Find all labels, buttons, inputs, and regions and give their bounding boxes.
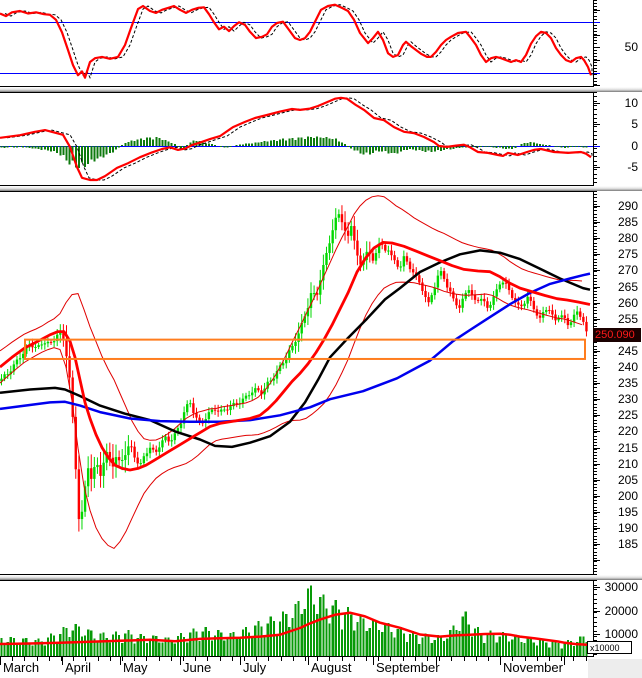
price-axis-label: 265 [594,281,638,294]
price-axis-label: 270 [594,264,638,277]
price-axis-label: 235 [594,377,638,390]
month-label: June [183,660,211,675]
price-axis-label: 245 [594,345,638,358]
macd-axis-label: -5 [594,161,638,174]
price-axis-label: 185 [594,538,638,551]
last-price-tag: 250.090 [593,328,641,342]
price-axis-label: 215 [594,442,638,455]
volume-axis-label: 10000 [594,628,638,641]
bottom-right-corner [588,659,642,678]
macd-axis-label: 10 [594,97,638,110]
price-axis-label: 255 [594,313,638,326]
month-label: July [243,660,266,675]
price-axis-label: 285 [594,216,638,229]
volume-panel[interactable] [0,580,642,657]
chart-window: 501050-529028528027527026526025524524023… [0,0,642,678]
month-label: May [123,660,148,675]
macd-axis-label: 0 [594,140,638,153]
price-axis-label: 225 [594,409,638,422]
macd-axis-label: 5 [594,118,638,131]
volume-axis-label: 30000 [594,581,638,594]
price-axis-label: 195 [594,506,638,519]
month-label: September [376,660,440,675]
price-axis-label: 210 [594,458,638,471]
price-axis-label: 260 [594,297,638,310]
month-label: April [65,660,91,675]
price-axis-label: 275 [594,248,638,261]
oscillator-axis-label: 50 [594,41,638,54]
price-axis-label: 290 [594,200,638,213]
volume-axis-label: 20000 [594,605,638,618]
month-label: August [311,660,351,675]
price-axis-label: 280 [594,232,638,245]
month-label: November [503,660,563,675]
macd-panel[interactable] [0,92,642,186]
price-axis-label: 205 [594,474,638,487]
price-panel[interactable] [0,191,642,575]
price-axis-label: 220 [594,425,638,438]
month-label: March [3,660,39,675]
price-axis-label: 200 [594,490,638,503]
price-axis-label: 190 [594,522,638,535]
price-axis-label: 230 [594,393,638,406]
oscillator-panel[interactable] [0,0,642,87]
volume-unit-label: x10000 [587,641,632,654]
price-axis-label: 240 [594,361,638,374]
